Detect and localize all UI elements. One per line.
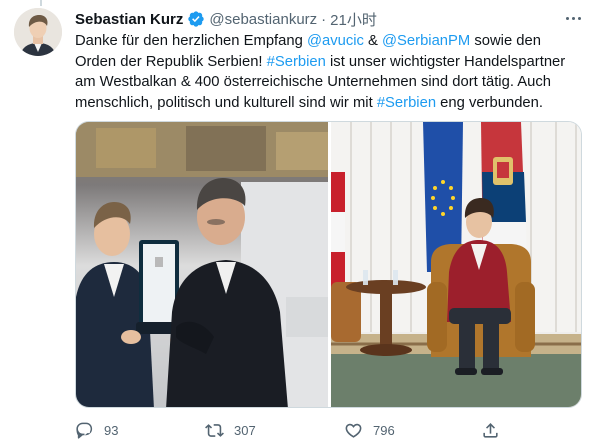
tweet-text-segment: eng verbunden.	[436, 94, 543, 111]
like-button[interactable]: 796	[344, 418, 395, 442]
photo-award-ceremony[interactable]	[76, 122, 328, 407]
tweet-text-line: am Westbalkan & 400 österreichische Unte…	[75, 72, 575, 93]
hashtag-link[interactable]: #Serbien	[267, 54, 326, 70]
tweet[interactable]: Sebastian Kurz @sebastiankurz · 21小时 Dan…	[0, 0, 595, 446]
author-name[interactable]: Sebastian Kurz	[75, 11, 183, 28]
tweet-text-segment: &	[363, 33, 383, 49]
heart-icon	[345, 423, 362, 438]
reply-icon	[76, 422, 93, 439]
reply-count: 93	[104, 422, 119, 438]
photo-meeting-room[interactable]	[331, 122, 581, 407]
tweet-text-segment: Orden der Republik Serbien!	[75, 53, 267, 70]
tweet-text-segment: am Westbalkan & 400 österreichische Unte…	[75, 74, 551, 90]
like-count: 796	[373, 422, 395, 438]
tweet-text-line: menschlich, politisch und kulturell sind…	[75, 93, 575, 114]
reply-button[interactable]: 93	[75, 418, 118, 442]
share-button[interactable]	[481, 418, 500, 442]
timestamp[interactable]: 21小时	[330, 9, 377, 30]
tweet-text-segment: menschlich, politisch und kulturell sind…	[75, 94, 377, 111]
hashtag-link[interactable]: #Serbien	[377, 95, 436, 111]
avatar[interactable]	[14, 8, 62, 56]
media-grid[interactable]	[75, 121, 582, 408]
author-handle[interactable]: @sebastiankurz	[209, 11, 317, 28]
retweet-button[interactable]: 307	[205, 418, 256, 442]
tweet-text-segment: sowie den	[470, 33, 541, 49]
separator-dot: ·	[321, 10, 327, 28]
verified-badge-icon	[187, 10, 205, 28]
tweet-text-line: Danke für den herzlichen Empfang @avucic…	[75, 31, 575, 52]
mention-link[interactable]: @avucic	[307, 33, 364, 49]
retweet-icon	[205, 423, 224, 437]
mention-link[interactable]: @SerbianPM	[382, 33, 470, 49]
tweet-text: Danke für den herzlichen Empfang @avucic…	[75, 31, 575, 113]
tweet-text-segment: ist unser wichtigster Handelspartner	[325, 53, 566, 70]
thread-line	[40, 0, 42, 6]
tweet-text-line: Orden der Republik Serbien! #Serbien ist…	[75, 52, 575, 73]
share-icon	[483, 422, 498, 438]
tweet-text-segment: Danke für den herzlichen Empfang	[75, 33, 307, 49]
tweet-header: Sebastian Kurz @sebastiankurz · 21小时	[75, 9, 377, 29]
retweet-count: 307	[234, 422, 256, 438]
more-horizontal-icon[interactable]	[562, 8, 584, 28]
tweet-actions: 93 307 796	[75, 418, 505, 442]
